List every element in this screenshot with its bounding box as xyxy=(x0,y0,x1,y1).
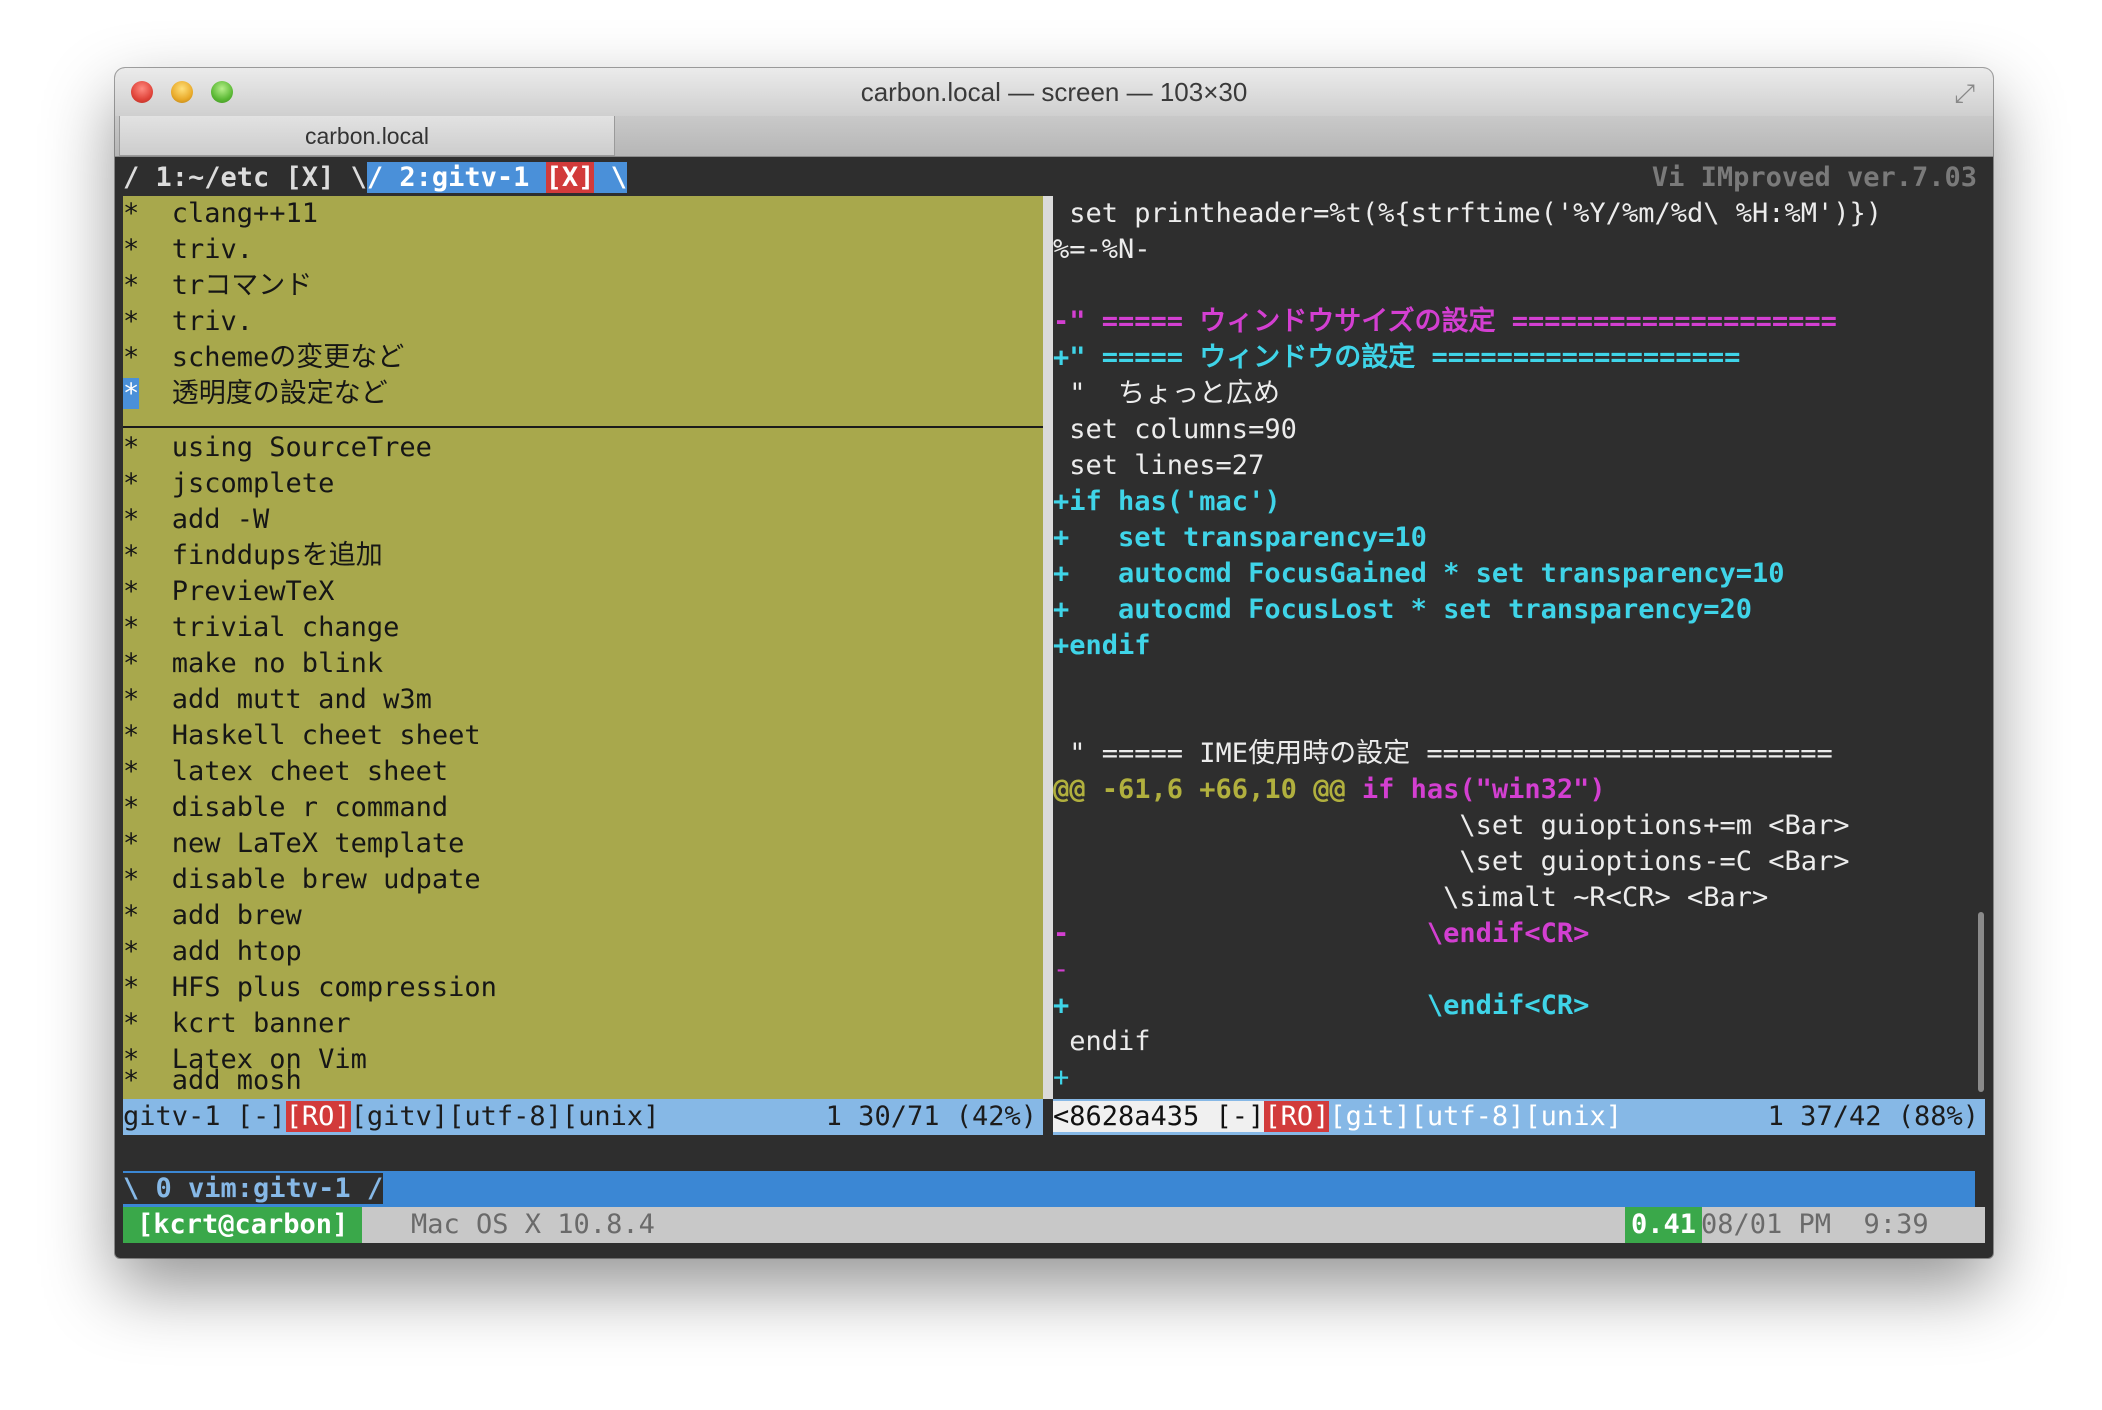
commit-line[interactable]: * add htop xyxy=(123,934,1043,970)
commit-line[interactable]: * new LaTeX template xyxy=(123,826,1043,862)
commit-line[interactable]: * add mosh xyxy=(123,1063,1043,1099)
statusline-left: gitv-1 [-][RO][gitv][utf-8][unix] 1 30/71… xyxy=(123,1099,1043,1135)
commit-line[interactable]: * latex cheet sheet xyxy=(123,754,1043,790)
commit-line[interactable]: * HFS plus compression xyxy=(123,970,1043,1006)
diff-line-added: +if has('mac') xyxy=(1053,486,1281,517)
vertical-split-border[interactable] xyxy=(1043,196,1053,1099)
diff-line: set printheader=%t(%{strftime('%Y/%m/%d\… xyxy=(1053,198,1883,229)
diff-line-removed: -" ===== ウィンドウサイズの設定 ===================… xyxy=(1053,306,1837,337)
tab-bar: carbon.local xyxy=(115,116,1993,157)
commit-line[interactable]: * PreviewTeX xyxy=(123,574,1043,610)
diff-line-added: + set transparency=10 xyxy=(1053,522,1427,553)
title-bar[interactable]: carbon.local — screen — 103×30 ⤢ xyxy=(115,68,1993,117)
diff-line xyxy=(1053,700,1985,736)
commit-line[interactable]: * disable r command xyxy=(123,790,1043,826)
vim-tab-2[interactable]: / 2:gitv-1 xyxy=(366,162,546,193)
commit-line[interactable]: * add brew xyxy=(123,898,1043,934)
os-version-label: Mac OS X 10.8.4 xyxy=(411,1209,655,1240)
user-host-label: [kcrt@carbon] xyxy=(123,1207,363,1243)
commit-line[interactable]: * disable brew udpate xyxy=(123,862,1043,898)
diff-line: set columns=90 xyxy=(1053,414,1297,445)
datetime-label: 08/01 PM 9:39 xyxy=(1701,1209,1929,1240)
commit-line[interactable]: * make no blink xyxy=(123,646,1043,682)
commit-line[interactable]: * triv. xyxy=(123,232,1043,268)
status-right-buffer: <8628a435 [-] xyxy=(1053,1101,1265,1132)
vim-tab-1[interactable]: / 1:~/etc [X] \ xyxy=(123,162,367,193)
statusline-separator xyxy=(1043,1099,1053,1135)
screen-window-0[interactable]: \ 0 vim:gitv-1 / xyxy=(123,1173,384,1204)
commit-line[interactable]: * clang++11 xyxy=(123,196,1043,232)
diff-line: \set guioptions+=m <Bar> xyxy=(1053,810,1850,841)
vim-command-line[interactable] xyxy=(123,1135,1985,1171)
gitv-log-pane[interactable]: * clang++11 * triv. * trコマンド * triv. * s… xyxy=(123,196,1043,1099)
commit-line[interactable]: * triv. xyxy=(123,304,1043,340)
commit-line[interactable]: * Haskell cheet sheet xyxy=(123,718,1043,754)
commit-line[interactable]: * using SourceTree xyxy=(123,430,1043,466)
screen-hardstatus: [kcrt@carbon] Mac OS X 10.8.4 0.41 08/01… xyxy=(123,1207,1985,1243)
vim-tabline: / 1:~/etc [X] \/ 2:gitv-1 [X] \ Vi IMprov… xyxy=(123,160,1985,196)
status-right-info: [git][utf-8][unix] xyxy=(1329,1101,1622,1132)
commit-line-current[interactable]: * 透明度の設定など xyxy=(123,376,1043,412)
diff-line: \set guioptions-=C <Bar> xyxy=(1053,846,1850,877)
window-title: carbon.local — screen — 103×30 xyxy=(860,77,1248,107)
commit-line[interactable]: * add mutt and w3m xyxy=(123,682,1043,718)
diff-line: %=-%N- xyxy=(1053,234,1151,265)
diff-line-removed: - \endif<CR> xyxy=(1053,918,1590,949)
diff-line-added: +endif xyxy=(1053,630,1151,661)
cursorline-underline xyxy=(123,426,1043,428)
vim-tab-2-end: \ xyxy=(594,162,627,193)
diff-line-added: +" ===== ウィンドウの設定 =================== xyxy=(1053,342,1741,373)
diff-line-added: + \endif<CR> xyxy=(1053,990,1590,1021)
vim-tab-close-button[interactable]: [X] xyxy=(545,162,595,193)
diff-line-added: + autocmd FocusLost * set transparency=2… xyxy=(1053,594,1752,625)
commit-line[interactable]: * trコマンド xyxy=(123,268,1043,304)
status-left-readonly: [RO] xyxy=(285,1101,351,1132)
fullscreen-icon[interactable]: ⤢ xyxy=(1954,79,1975,110)
diff-line xyxy=(1053,268,1985,304)
tab-carbon-local[interactable]: carbon.local xyxy=(119,116,615,156)
load-average-badge: 0.41 xyxy=(1625,1207,1703,1243)
terminal-content[interactable]: / 1:~/etc [X] \/ 2:gitv-1 [X] \ Vi IMprov… xyxy=(123,160,1985,1246)
commit-line[interactable]: * jscomplete xyxy=(123,466,1043,502)
vim-version-label: Vi IMproved ver.7.03 xyxy=(1651,162,1977,193)
commit-line-current-text: 透明度の設定など xyxy=(139,378,388,409)
diff-line: endif xyxy=(1053,1026,1151,1057)
statusline-right: <8628a435 [-][RO][git][utf-8][unix] 1 37/… xyxy=(1053,1099,1985,1135)
diff-hunk-header: @@ -61,6 +66,10 @@ if has("win32") xyxy=(1053,772,1985,808)
status-left-info: [gitv][utf-8][unix] xyxy=(350,1101,660,1132)
scrollbar[interactable] xyxy=(1978,912,1984,1092)
diff-line: " ちょっと広め xyxy=(1053,378,1281,409)
hunk-context: if has("win32") xyxy=(1361,774,1606,805)
diff-line-added: + xyxy=(1053,1062,1070,1093)
status-right-readonly: [RO] xyxy=(1264,1101,1330,1132)
status-left-buffer: gitv-1 [-] xyxy=(123,1101,286,1132)
diff-line: set lines=27 xyxy=(1053,450,1265,481)
diff-line: \simalt ~R<CR> <Bar> xyxy=(1053,882,1769,913)
terminal-window: carbon.local — screen — 103×30 ⤢ carbon.… xyxy=(115,68,1993,1258)
commit-line[interactable]: * schemeの変更など xyxy=(123,340,1043,376)
diff-line xyxy=(1053,664,1985,700)
status-right-position: 1 37/42 (88%) xyxy=(1767,1101,1979,1132)
hunk-range: @@ -61,6 +66,10 @@ xyxy=(1053,774,1362,805)
commit-line[interactable]: * add -W xyxy=(123,502,1043,538)
diff-line-added: + autocmd FocusGained * set transparency… xyxy=(1053,558,1785,589)
status-left-position: 1 30/71 (42%) xyxy=(825,1101,1037,1132)
commit-line[interactable]: * kcrt banner xyxy=(123,1006,1043,1042)
commit-line[interactable]: * finddupsを追加 xyxy=(123,538,1043,574)
vim-statusline: gitv-1 [-][RO][gitv][utf-8][unix] 1 30/71… xyxy=(123,1099,1985,1135)
diff-line-removed: - xyxy=(1053,954,1070,985)
diff-line: " ===== IME使用時の設定 ======================… xyxy=(1053,738,1833,769)
git-diff-pane[interactable]: set printheader=%t(%{strftime('%Y/%m/%d\… xyxy=(1053,196,1985,1099)
commit-line[interactable]: * trivial change xyxy=(123,610,1043,646)
cursor: * xyxy=(123,378,140,409)
screen-window-list: \ 0 vim:gitv-1 / xyxy=(123,1171,1975,1207)
